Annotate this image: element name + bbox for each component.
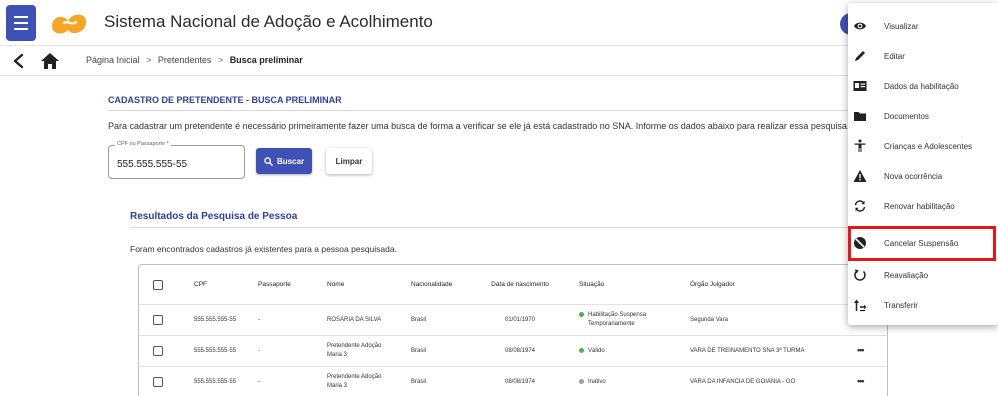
menu-item-visualizar[interactable]: Visualizar [848, 11, 998, 41]
cell-data-nascimento: 08/08/1974 [504, 378, 536, 385]
menu-item-criancas[interactable]: Crianças e Adolescentes [848, 131, 998, 161]
cpf-field-value[interactable]: 555.555.555-55 [117, 159, 187, 170]
header-passaporte: Passaporte [258, 280, 291, 288]
cell-situacao: Válido [588, 347, 605, 354]
row-checkbox[interactable] [153, 346, 163, 356]
clear-button[interactable]: Limpar [326, 148, 372, 174]
menu-item-label: Documentos [884, 111, 929, 121]
cell-passaporte: - [258, 316, 260, 323]
cpf-field-label: CPF ou Passaporte * [115, 141, 171, 147]
table-row[interactable]: 555.555.555-55 - Pretendente Adoção Mari… [139, 367, 887, 396]
cell-nacionalidade: Brasil [411, 316, 427, 323]
results-message: Foram encontrados cadastros já existente… [130, 244, 397, 254]
cell-situacao: Inativo [588, 378, 606, 385]
cell-passaporte: - [258, 347, 260, 354]
menu-item-nova-ocorrencia[interactable]: Nova ocorrência [848, 161, 998, 191]
cell-nome: ROSÁRIA DA SILVA [327, 316, 382, 323]
cell-passaporte: - [258, 378, 260, 385]
menu-item-label: Reavaliação [884, 270, 929, 280]
cpf-field[interactable]: CPF ou Passaporte * 555.555.555-55 [108, 141, 245, 179]
results-divider [130, 227, 848, 228]
menu-item-label: Crianças e Adolescentes [884, 141, 973, 151]
cell-cpf: 555.555.555-55 [194, 347, 237, 354]
cell-cpf: 555.555.555-55 [194, 378, 237, 385]
table-row[interactable]: 555.555.555-55 - Pretendente Adoção Mari… [139, 336, 887, 367]
results-table: CPF Passaporte Nome Nacionalidade Data d… [138, 264, 888, 396]
cell-orgao: VARA DE TREINAMENTO SNA 3ª TURMA [690, 347, 805, 354]
row-actions-button[interactable]: ••• [857, 367, 877, 396]
select-all-checkbox[interactable] [153, 279, 163, 290]
status-dot [579, 347, 584, 353]
header-nacionalidade: Nacionalidade [411, 280, 453, 288]
breadcrumb-separator: > [146, 55, 152, 65]
info-text: Para cadastrar um pretendente é necessár… [108, 121, 848, 131]
cell-data-nascimento: 08/08/1974 [504, 347, 536, 354]
cell-nacionalidade: Brasil [411, 347, 427, 354]
reevaluate-icon [854, 269, 866, 281]
pencil-icon [855, 51, 865, 61]
menu-item-label: Transferir [884, 300, 918, 310]
menu-item-reavaliacao[interactable]: Reavaliação [848, 260, 998, 290]
table-header: CPF Passaporte Nome Nacionalidade Data d… [139, 265, 887, 305]
status-dot [579, 378, 584, 384]
menu-item-renovar[interactable]: Renovar habilitação [848, 191, 998, 221]
menu-item-label: Dados da habilitação [884, 81, 959, 91]
header-cpf: CPF [194, 280, 207, 288]
cell-orgao: Segunda Vara [690, 316, 728, 323]
cell-orgao: VARA DA INFANCIA DE GOIANIA - GO [690, 378, 796, 385]
section-divider [108, 110, 848, 111]
transfer-icon [854, 299, 867, 312]
row-actions-menu: Visualizar Editar Dados da habilitação D… [848, 3, 998, 325]
row-checkbox[interactable] [153, 377, 163, 387]
table-row[interactable]: 555.555.555-55 - ROSÁRIA DA SILVA Brasil… [139, 305, 887, 336]
cell-nacionalidade: Brasil [411, 378, 427, 385]
row-checkbox[interactable] [153, 315, 163, 325]
menu-item-transferir[interactable]: Transferir [848, 290, 998, 320]
breadcrumb: Página Inicial > Pretendentes > Busca pr… [86, 55, 303, 65]
clear-button-label: Limpar [335, 156, 363, 166]
cell-data-nascimento: 01/01/1970 [504, 316, 536, 323]
sna-logo [52, 14, 87, 34]
breadcrumb-separator: > [217, 55, 224, 65]
highlight-box [848, 226, 996, 261]
id-card-icon [853, 81, 867, 91]
header-nome: Nome [327, 280, 345, 288]
child-icon [854, 139, 866, 152]
menu-item-label: Visualizar [884, 21, 919, 31]
breadcrumb-current: Busca preliminar [229, 55, 303, 65]
cell-nome: Pretendente Adoção Maria 3 [327, 374, 382, 389]
section-title: CADASTRO DE PRETENDENTE - BUSCA PRELIMIN… [108, 95, 342, 105]
menu-item-dados-habilitacao[interactable]: Dados da habilitação [848, 71, 998, 101]
search-icon [264, 156, 273, 166]
app-title: Sistema Nacional de Adoção e Acolhimento [104, 12, 433, 31]
status-dot [579, 312, 584, 318]
menu-item-label: Renovar habilitação [884, 201, 955, 211]
search-button[interactable]: Buscar [256, 148, 312, 174]
menu-button[interactable] [6, 5, 36, 41]
cell-cpf: 555.555.555-55 [194, 316, 237, 323]
header-data-nascimento: Data de nascimento [491, 280, 549, 288]
renew-icon [854, 200, 866, 212]
home-icon[interactable] [40, 52, 60, 70]
search-button-label: Buscar [276, 156, 305, 166]
header-orgao: Órgão Julgador [690, 280, 735, 288]
header-situacao: Situação [579, 280, 605, 288]
eye-icon [854, 22, 866, 30]
menu-item-label: Editar [884, 51, 905, 61]
breadcrumb-pretendentes[interactable]: Pretendentes [158, 55, 212, 65]
back-arrow-icon[interactable] [10, 52, 28, 70]
breadcrumb-home[interactable]: Página Inicial [86, 55, 140, 65]
menu-icon [14, 16, 28, 18]
page: Sistema Nacional de Adoção e Acolhimento… [0, 0, 998, 396]
menu-item-documentos[interactable]: Documentos [848, 101, 998, 131]
row-actions-button[interactable]: ••• [857, 336, 877, 366]
menu-item-label: Nova ocorrência [884, 171, 943, 181]
warning-icon [853, 170, 867, 182]
results-title: Resultados da Pesquisa de Pessoa [130, 211, 298, 222]
cell-situacao: Habilitação Suspensa Temporariamente [588, 312, 647, 327]
menu-item-editar[interactable]: Editar [848, 41, 998, 71]
cell-nome: Pretendente Adoção Maria 3 [327, 343, 382, 358]
folder-icon [854, 112, 866, 121]
